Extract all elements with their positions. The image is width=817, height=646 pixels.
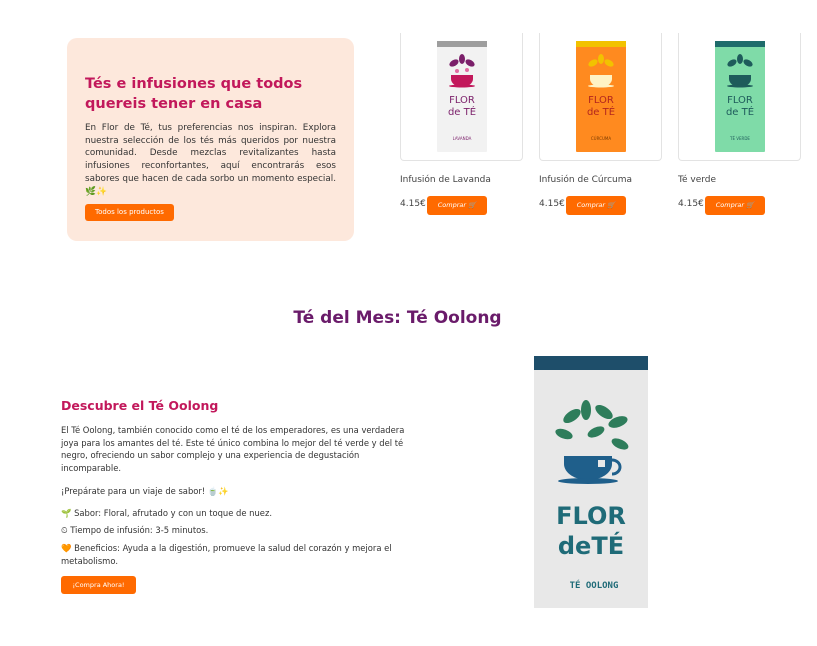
svg-text:FLOR: FLOR — [449, 95, 475, 106]
svg-text:de TÉ: de TÉ — [726, 105, 754, 118]
product-price: 4.15€ — [539, 199, 565, 209]
month-benefits: 🧡 Beneficios: Ayuda a la digestión, prom… — [61, 543, 392, 566]
intro-text: En Flor de Té, tus preferencias nos insp… — [85, 123, 336, 197]
intro-card: Tés e infusiones que todos quereis tener… — [67, 38, 354, 241]
tea-package: FLOR de TÉ CÚRCUMA — [576, 41, 626, 152]
tea-package: FLOR de TÉ TÉ VERDE — [715, 41, 765, 152]
svg-text:de TÉ: de TÉ — [587, 105, 615, 118]
month-ready-text: ¡Prepárate para un viaje de sabor! 🍵✨ — [61, 486, 229, 496]
product-card[interactable]: FLOR de TÉ LAVANDA Infusión de Lavanda 4… — [400, 33, 523, 215]
buy-button[interactable]: Comprar 🛒 — [566, 196, 626, 215]
svg-text:FLOR: FLOR — [588, 95, 614, 106]
buy-now-button[interactable]: ¡Compra Ahora! — [61, 576, 136, 594]
product-price: 4.15€ — [678, 199, 704, 209]
svg-text:de TÉ: de TÉ — [448, 105, 476, 118]
svg-text:FLOR: FLOR — [727, 95, 753, 106]
buy-button[interactable]: Comprar 🛒 — [427, 196, 487, 215]
product-name[interactable]: Infusión de Cúrcuma — [539, 175, 632, 185]
svg-text:TÉ VERDE: TÉ VERDE — [729, 136, 750, 141]
product-image[interactable]: FLOR de TÉ LAVANDA — [400, 33, 523, 161]
svg-text:deTÉ: deTÉ — [558, 531, 624, 560]
product-name[interactable]: Infusión de Lavanda — [400, 175, 491, 185]
month-description: El Té Oolong, también conocido como el t… — [61, 425, 405, 473]
product-card[interactable]: FLOR de TÉ TÉ VERDE Té verde 4.15€ Compr… — [678, 33, 801, 215]
buy-button[interactable]: Comprar 🛒 — [705, 196, 765, 215]
all-products-button[interactable]: Todos los productos — [85, 204, 174, 221]
svg-text:CÚRCUMA: CÚRCUMA — [591, 136, 611, 141]
svg-text:TÉ OOLONG: TÉ OOLONG — [570, 579, 619, 591]
oolong-package-image: FLOR deTÉ TÉ OOLONG — [534, 356, 648, 608]
svg-text:FLOR: FLOR — [556, 502, 626, 530]
product-image[interactable]: FLOR de TÉ CÚRCUMA — [539, 33, 662, 161]
month-flavor: 🌱 Sabor: Floral, afrutado y con un toque… — [61, 508, 273, 518]
tea-cup-icon — [558, 456, 622, 484]
product-price: 4.15€ — [400, 199, 426, 209]
product-card[interactable]: FLOR de TÉ CÚRCUMA Infusión de Cúrcuma 4… — [539, 33, 662, 215]
svg-text:LAVANDA: LAVANDA — [453, 136, 472, 141]
month-desc-title: Descubre el Té Oolong — [61, 398, 219, 413]
product-name[interactable]: Té verde — [678, 175, 716, 185]
product-image[interactable]: FLOR de TÉ TÉ VERDE — [678, 33, 801, 161]
section-title: Té del Mes: Té Oolong — [293, 308, 502, 328]
leaves-icon — [555, 400, 629, 450]
intro-title: Tés e infusiones que todos quereis tener… — [85, 76, 303, 112]
tea-package: FLOR de TÉ LAVANDA — [437, 41, 487, 152]
month-time: ⏲ Tiempo de infusión: 3-5 minutos. — [61, 525, 209, 535]
